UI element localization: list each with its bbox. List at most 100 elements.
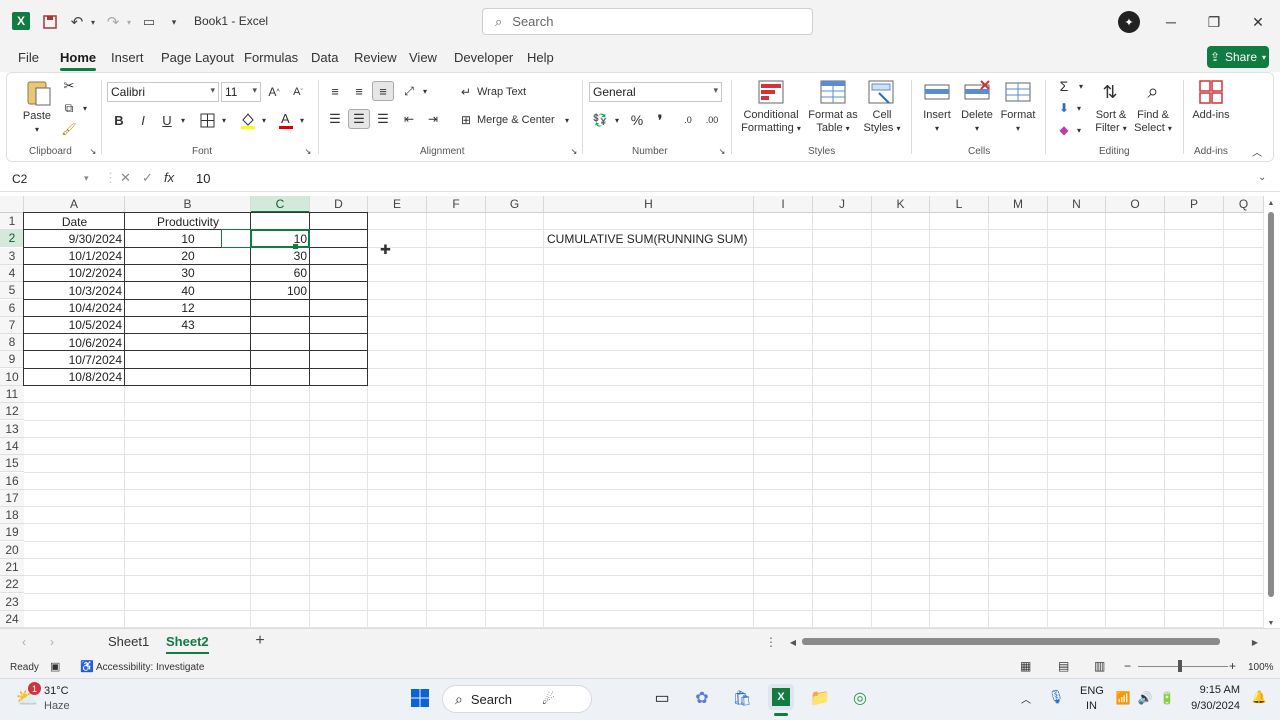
row-header-19[interactable]: 19 [0, 524, 24, 542]
cell-c4[interactable]: 60 [251, 265, 310, 282]
align-middle-icon[interactable]: ≡ [350, 82, 368, 100]
font-size-combo[interactable]: 11 ▾ [221, 82, 261, 102]
copy-dropdown-icon[interactable]: ▾ [80, 102, 90, 114]
cell-b7[interactable]: 43 [125, 317, 251, 334]
row-header-21[interactable]: 21 [0, 559, 24, 576]
clipboard-launcher-icon[interactable]: ↘ [88, 146, 98, 156]
sheet-options-icon[interactable]: ⋮ [765, 634, 777, 650]
number-format-combo[interactable]: General ▾ [589, 82, 722, 102]
clear-icon[interactable]: ◆ [1055, 122, 1073, 138]
cell-a6[interactable]: 10/4/2024 [24, 300, 125, 317]
share-button[interactable]: ⇪ Share ▾ [1207, 46, 1269, 68]
underline-dropdown-icon[interactable]: ▾ [178, 114, 188, 126]
normal-view-icon[interactable]: ▦ [1020, 659, 1031, 673]
copy-icon[interactable]: ⧉ [60, 100, 78, 116]
autosum-dropdown-icon[interactable]: ▾ [1076, 80, 1086, 92]
row-header-15[interactable]: 15 [0, 455, 24, 473]
tab-data[interactable]: Data [311, 50, 338, 65]
select-all-corner[interactable] [0, 196, 24, 213]
cell-h2[interactable]: CUMULATIVE SUM(RUNNING SUM) [544, 230, 784, 247]
volume-icon[interactable]: 🔊 [1136, 690, 1154, 706]
clear-dropdown-icon[interactable]: ▾ [1074, 124, 1084, 136]
row-header-7[interactable]: 7 [0, 316, 24, 334]
undo-icon[interactable]: ↶ [68, 12, 86, 32]
cut-icon[interactable]: ✂ [62, 78, 76, 94]
account-avatar[interactable]: ✦ [1118, 11, 1140, 33]
cell-b6[interactable]: 12 [125, 300, 251, 317]
close-icon[interactable]: ✕ [1248, 12, 1268, 32]
row-header-5[interactable]: 5 [0, 282, 24, 300]
clock-time[interactable]: 9:15 AM [1198, 684, 1240, 696]
row-header-6[interactable]: 6 [0, 299, 24, 317]
align-right-icon[interactable]: ☰ [374, 110, 392, 128]
prev-sheet-icon[interactable]: ‹ [18, 634, 30, 650]
merge-center-icon[interactable]: ⊞ [458, 112, 474, 128]
row-header-20[interactable]: 20 [0, 541, 24, 559]
paste-icon[interactable] [22, 78, 54, 108]
microphone-icon[interactable]: 🎙 [1048, 688, 1065, 706]
format-as-table-icon[interactable] [818, 78, 848, 106]
borders-icon[interactable] [198, 111, 216, 129]
zoom-slider-track[interactable] [1138, 666, 1228, 667]
number-launcher-icon[interactable]: ↘ [717, 146, 727, 156]
wrap-text-icon[interactable]: ↵ [458, 84, 474, 100]
paste-dropdown-icon[interactable]: ▾ [32, 123, 42, 136]
borders-dropdown-icon[interactable]: ▾ [219, 114, 229, 126]
zoom-level[interactable]: 100% [1248, 662, 1274, 673]
row-header-8[interactable]: 8 [0, 334, 24, 352]
cell-b9[interactable] [125, 351, 251, 368]
page-layout-view-icon[interactable]: ▤ [1058, 659, 1069, 673]
wrap-text-button[interactable]: Wrap Text [477, 86, 537, 99]
orientation-icon[interactable]: ⤢ [400, 82, 418, 100]
cell-c5[interactable]: 100 [251, 282, 310, 299]
clock-date[interactable]: 9/30/2024 [1184, 700, 1240, 712]
increase-font-icon[interactable]: A ^ [266, 84, 282, 100]
column-header-c[interactable]: C [251, 196, 310, 213]
cell-c9[interactable] [251, 351, 310, 368]
column-header-e[interactable]: E [368, 196, 427, 213]
cell-c10[interactable] [251, 369, 310, 386]
tab-view[interactable]: View [409, 50, 437, 65]
row-header-9[interactable]: 9 [0, 351, 24, 369]
cell-a3[interactable]: 10/1/2024 [24, 248, 125, 265]
cell-b5[interactable]: 40 [125, 282, 251, 299]
accounting-format-icon[interactable]: 💱 [590, 111, 610, 129]
column-header-p[interactable]: P [1165, 196, 1224, 213]
fill-color-icon[interactable] [238, 110, 258, 130]
insert-cells-icon[interactable] [922, 78, 952, 106]
row-header-16[interactable]: 16 [0, 472, 24, 490]
tab-insert[interactable]: Insert [111, 50, 144, 65]
fill-dropdown-icon[interactable]: ▾ [259, 114, 269, 126]
decrease-font-icon[interactable]: Aˇ [290, 84, 306, 100]
row-header-24[interactable]: 24 [0, 610, 24, 628]
accounting-dropdown-icon[interactable]: ▾ [612, 114, 622, 126]
row-header-3[interactable]: 3 [0, 247, 24, 265]
cell-a2[interactable]: 9/30/2024 [24, 230, 125, 247]
row-header-23[interactable]: 23 [0, 593, 24, 611]
file-explorer-icon[interactable]: 📁 [808, 686, 832, 710]
column-header-d[interactable]: D [310, 196, 368, 213]
column-header-a[interactable]: A [24, 196, 125, 213]
wifi-icon[interactable]: 📶 [1114, 690, 1132, 706]
delete-cells-button[interactable]: Delete ▾ [958, 109, 996, 135]
cell-a5[interactable]: 10/3/2024 [24, 282, 125, 299]
column-header-o[interactable]: O [1106, 196, 1165, 213]
autosum-icon[interactable]: Σ [1055, 78, 1073, 94]
cell-c3[interactable]: 30 [251, 248, 310, 265]
copilot-icon[interactable]: ✿ [690, 686, 714, 710]
column-header-n[interactable]: N [1048, 196, 1106, 213]
page-break-view-icon[interactable]: ▥ [1094, 659, 1105, 673]
battery-icon[interactable]: 🔋 [1158, 690, 1176, 706]
cell-b8[interactable] [125, 334, 251, 351]
cell-b1[interactable]: Productivity [125, 213, 251, 230]
scroll-up-icon[interactable]: ▲ [1266, 198, 1276, 208]
cell-c8[interactable] [251, 334, 310, 351]
accessibility-icon[interactable]: ♿ [80, 660, 94, 673]
macro-record-icon[interactable]: ▣ [50, 660, 60, 673]
horizontal-scrollbar-thumb[interactable] [802, 638, 1220, 645]
zoom-in-icon[interactable]: + [1229, 659, 1236, 673]
decrease-indent-icon[interactable]: ⇤ [400, 110, 418, 128]
find-select-button[interactable]: Find & Select ▾ [1132, 109, 1174, 135]
fill-handle[interactable] [293, 244, 298, 249]
tab-formulas[interactable]: Formulas [244, 50, 298, 65]
